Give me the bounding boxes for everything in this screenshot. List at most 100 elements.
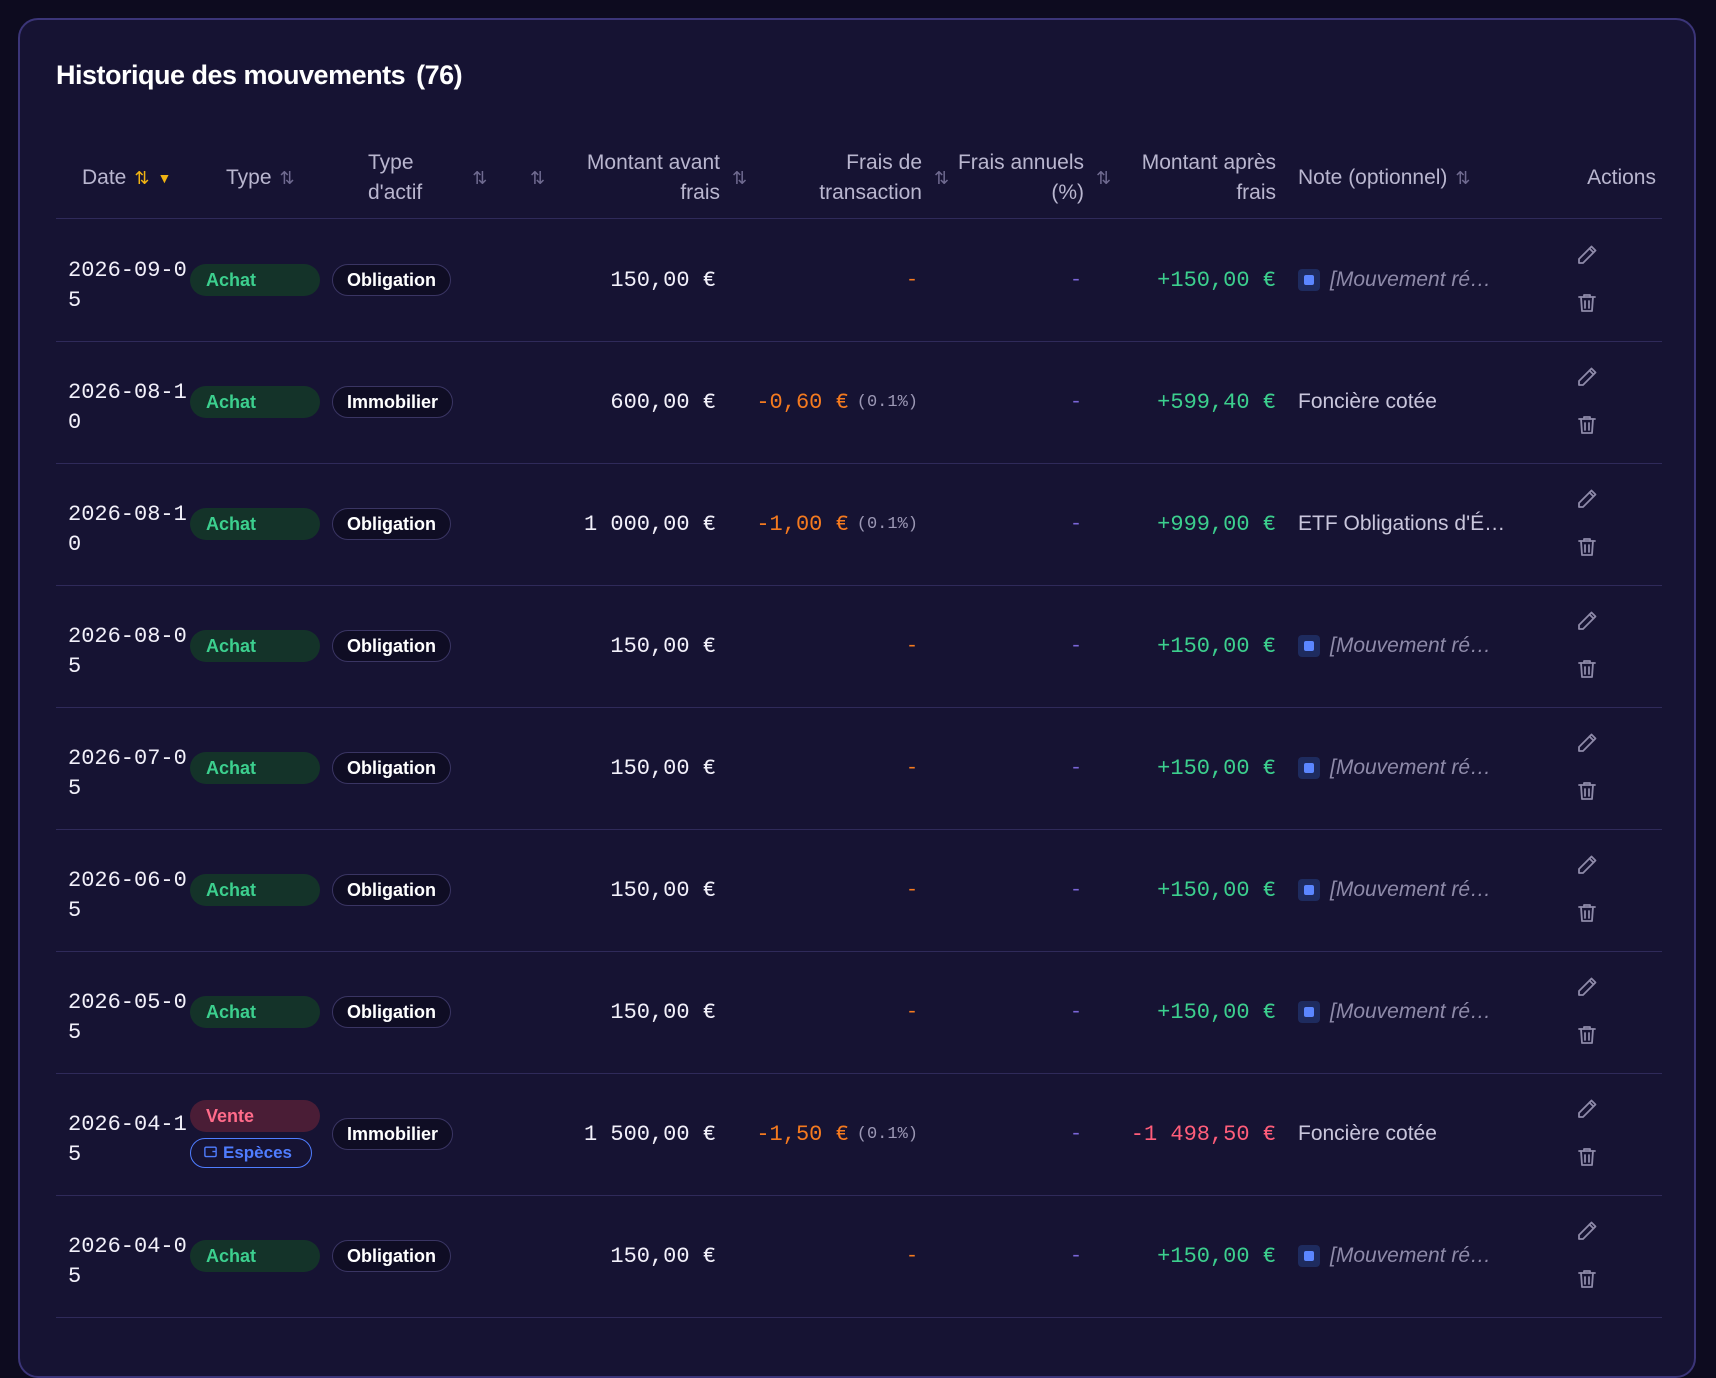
column-header-annual-fees[interactable]: ⇅ Frais annuels (%) [934, 138, 1084, 218]
delete-button[interactable] [1572, 1266, 1602, 1296]
movement-type-badge: Achat [190, 752, 320, 784]
table-row: 2026-04-15 Vente Espèces Immobilier 1 500,00… [56, 1073, 1662, 1196]
amount-after-fees: +150,00 € [1157, 1243, 1276, 1269]
auto-movement-icon [1298, 635, 1320, 657]
movement-type-badge: Achat [190, 264, 320, 296]
sort-desc-caret-icon: ▼ [157, 170, 172, 186]
auto-movement-icon [1298, 1001, 1320, 1023]
asset-type-cell: Immobilier [332, 341, 454, 463]
trash-icon [1575, 779, 1599, 808]
auto-movement-icon [1298, 879, 1320, 901]
movement-note: [Mouvement ré… [1298, 829, 1528, 951]
movement-type-cell: Achat [190, 829, 320, 951]
sort-arrows-icon[interactable]: ⇅ [934, 163, 949, 193]
delete-button[interactable] [1572, 290, 1602, 320]
sort-arrows-icon[interactable]: ⇅ [1455, 163, 1470, 193]
pencil-icon [1575, 1097, 1599, 1126]
column-header-note[interactable]: Note (optionnel) ⇅ [1298, 138, 1498, 218]
page-title: Historique des mouvements (76) [56, 60, 463, 90]
column-header-date[interactable]: Date ⇅ ▼ [82, 138, 192, 218]
pencil-icon [1575, 853, 1599, 882]
table-header: Date ⇅ ▼ Type ⇅ Type d'actif ⇅ ⇅ Montant … [56, 138, 1662, 219]
delete-button[interactable] [1572, 1144, 1602, 1174]
asset-type-badge: Obligation [332, 264, 451, 296]
column-header-tx-fees[interactable]: ⇅ Frais de transaction [732, 138, 922, 218]
edit-button[interactable] [1572, 974, 1602, 1004]
transaction-fees: - [905, 756, 918, 780]
column-header-actions: Actions [1587, 166, 1656, 189]
fee-percent: (0.1%) [856, 392, 918, 412]
table-row: 2026-04-05 Achat Obligation 150,00 € - - +150,… [56, 1195, 1662, 1318]
movement-note: [Mouvement ré… [1298, 951, 1528, 1073]
edit-button[interactable] [1572, 364, 1602, 394]
delete-button[interactable] [1572, 900, 1602, 930]
sort-arrows-icon[interactable]: ⇅ [280, 163, 295, 193]
movement-type-cell: Achat [190, 341, 320, 463]
delete-button[interactable] [1572, 778, 1602, 808]
edit-button[interactable] [1572, 1218, 1602, 1248]
movement-note: [Mouvement ré… [1298, 707, 1528, 829]
delete-button[interactable] [1572, 656, 1602, 686]
delete-button[interactable] [1572, 412, 1602, 442]
movement-type-cell: Vente Espèces [190, 1073, 320, 1195]
amount-after-fees: -1 498,50 € [1130, 1121, 1276, 1147]
asset-type-badge: Obligation [332, 874, 451, 906]
movement-type-cell: Achat [190, 707, 320, 829]
column-header-asset-type[interactable]: Type d'actif ⇅ [368, 138, 498, 218]
movement-type-cell: Achat [190, 1195, 320, 1317]
asset-type-badge: Immobilier [332, 1118, 454, 1150]
trash-icon [1575, 413, 1599, 442]
movement-type-badge: Achat [190, 508, 320, 540]
delete-button[interactable] [1572, 534, 1602, 564]
movement-note: [Mouvement ré… [1298, 219, 1528, 341]
sort-arrows-icon[interactable]: ⇅ [134, 163, 149, 193]
auto-movement-icon [1298, 1245, 1320, 1267]
transaction-fees: -1,50 € (0.1%) [756, 1121, 918, 1147]
edit-button[interactable] [1572, 1096, 1602, 1126]
column-header-type[interactable]: Type ⇅ [226, 138, 326, 218]
asset-type-cell: Obligation [332, 707, 451, 829]
table-row: 2026-08-05 Achat Obligation 150,00 € - - +150,… [56, 585, 1662, 708]
movement-type-badge: Achat [190, 996, 320, 1028]
table-row: 2026-06-05 Achat Obligation 150,00 € - - +150,… [56, 829, 1662, 952]
edit-button[interactable] [1572, 486, 1602, 516]
movement-type-badge: Achat [190, 874, 320, 906]
movement-date: 2026-09-05 [68, 257, 187, 313]
amount-after-fees: +150,00 € [1157, 267, 1276, 293]
sort-arrows-icon[interactable]: ⇅ [472, 163, 487, 193]
sort-arrows-icon[interactable]: ⇅ [732, 163, 747, 193]
edit-button[interactable] [1572, 608, 1602, 638]
transaction-fees: - [905, 268, 918, 292]
sort-arrows-icon[interactable]: ⇅ [1096, 163, 1111, 193]
asset-type-badge: Obligation [332, 1240, 451, 1272]
amount-before-fees: 1 500,00 € [583, 1121, 716, 1147]
asset-type-cell: Immobilier [332, 1073, 454, 1195]
pencil-icon [1575, 243, 1599, 272]
sort-arrows-icon[interactable]: ⇅ [530, 163, 545, 193]
cash-badge: Espèces [190, 1138, 312, 1168]
movement-note: Foncière cotée [1298, 390, 1437, 413]
edit-button[interactable] [1572, 852, 1602, 882]
pencil-icon [1575, 487, 1599, 516]
movement-type-badge: Vente [190, 1100, 320, 1132]
asset-type-badge: Obligation [332, 996, 451, 1028]
movement-note: [Mouvement ré… [1298, 1195, 1528, 1317]
pencil-icon [1575, 1219, 1599, 1248]
transaction-fees: - [905, 878, 918, 902]
movement-type-cell: Achat [190, 219, 320, 341]
column-header-amount-before[interactable]: ⇅ Montant avant frais [530, 138, 720, 218]
amount-after-fees: +150,00 € [1157, 999, 1276, 1025]
asset-type-badge: Obligation [332, 630, 451, 662]
edit-button[interactable] [1572, 730, 1602, 760]
delete-button[interactable] [1572, 1022, 1602, 1052]
movement-date: 2026-04-15 [68, 1111, 187, 1167]
trash-icon [1575, 291, 1599, 320]
column-header-amount-after[interactable]: ⇅ Montant après frais [1096, 138, 1276, 218]
movement-date: 2026-06-05 [68, 867, 187, 923]
movement-type-cell: Achat [190, 463, 320, 585]
movement-date: 2026-07-05 [68, 745, 187, 801]
amount-after-fees: +999,00 € [1157, 511, 1276, 537]
transaction-fees: -0,60 € (0.1%) [756, 389, 918, 415]
edit-button[interactable] [1572, 242, 1602, 272]
movement-count: (76) [416, 60, 463, 90]
